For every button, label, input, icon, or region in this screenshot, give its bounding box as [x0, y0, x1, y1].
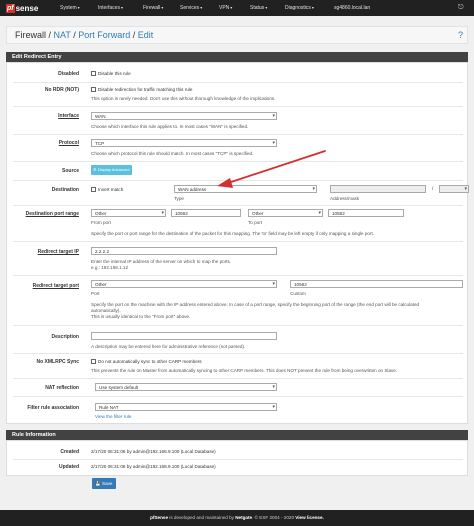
annotation-arrow-icon — [217, 150, 326, 188]
